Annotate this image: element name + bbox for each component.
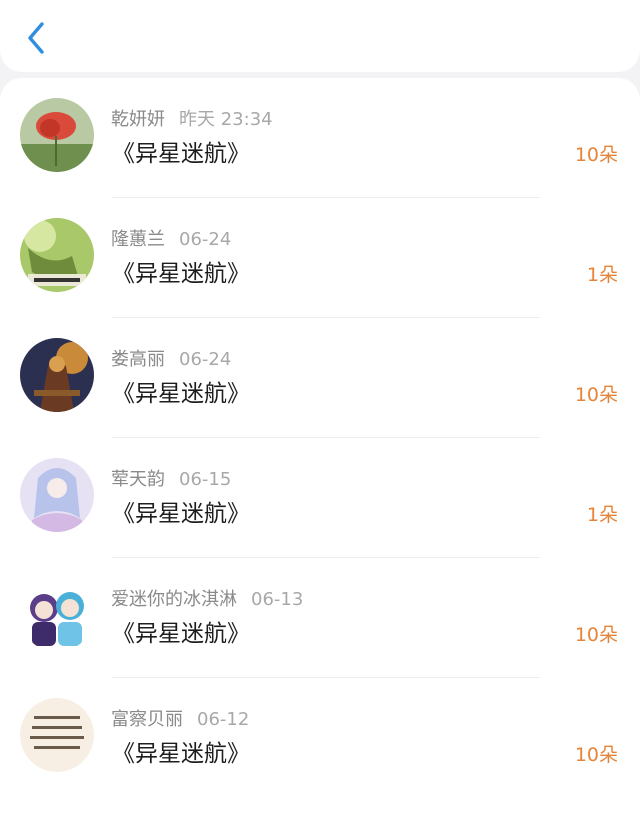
avatar[interactable] bbox=[20, 98, 94, 172]
gift-list: 乾妍妍 昨天 23:34 《异星迷航》 10朵 隆蕙兰 06-24 《异星迷航》 1… bbox=[0, 78, 640, 838]
gift-amount: 10朵 bbox=[574, 144, 618, 166]
list-item[interactable]: 富察贝丽 06-12 《异星迷航》 10朵 bbox=[0, 678, 640, 798]
book-title[interactable]: 《异星迷航》 bbox=[112, 374, 250, 408]
book-title[interactable]: 《异星迷航》 bbox=[112, 494, 250, 528]
user-name[interactable]: 富察贝丽 bbox=[111, 709, 183, 730]
book-title[interactable]: 《异星迷航》 bbox=[112, 134, 250, 168]
item-meta: 爱迷你的冰淇淋 06-13 bbox=[111, 585, 303, 611]
avatar[interactable] bbox=[20, 458, 94, 532]
chevron-left-icon bbox=[28, 22, 44, 54]
gift-amount: 10朵 bbox=[574, 384, 618, 406]
top-bar bbox=[0, 0, 640, 72]
item-meta: 富察贝丽 06-12 bbox=[111, 705, 249, 731]
item-meta: 荤天韵 06-15 bbox=[111, 465, 231, 491]
list-item[interactable]: 爱迷你的冰淇淋 06-13 《异星迷航》 10朵 bbox=[0, 558, 640, 678]
book-title[interactable]: 《异星迷航》 bbox=[112, 734, 250, 768]
avatar[interactable] bbox=[20, 218, 94, 292]
list-item[interactable]: 乾妍妍 昨天 23:34 《异星迷航》 10朵 bbox=[0, 78, 640, 198]
timestamp: 06-13 bbox=[251, 589, 304, 610]
gift-amount: 1朵 bbox=[586, 264, 618, 286]
timestamp: 06-24 bbox=[179, 229, 232, 250]
timestamp: 06-15 bbox=[179, 469, 232, 490]
gift-amount: 10朵 bbox=[574, 624, 618, 646]
list-item[interactable]: 隆蕙兰 06-24 《异星迷航》 1朵 bbox=[0, 198, 640, 318]
gift-amount: 10朵 bbox=[574, 744, 618, 766]
user-name[interactable]: 荤天韵 bbox=[111, 469, 165, 490]
back-button[interactable] bbox=[18, 18, 54, 58]
item-meta: 娄高丽 06-24 bbox=[111, 345, 231, 371]
user-name[interactable]: 娄高丽 bbox=[111, 349, 165, 370]
timestamp: 06-24 bbox=[179, 349, 232, 370]
timestamp: 06-12 bbox=[197, 709, 250, 730]
item-meta: 隆蕙兰 06-24 bbox=[111, 225, 231, 251]
user-name[interactable]: 爱迷你的冰淇淋 bbox=[111, 589, 237, 610]
list-item[interactable]: 荤天韵 06-15 《异星迷航》 1朵 bbox=[0, 438, 640, 558]
book-title[interactable]: 《异星迷航》 bbox=[112, 614, 250, 648]
book-title[interactable]: 《异星迷航》 bbox=[112, 254, 250, 288]
avatar[interactable] bbox=[20, 338, 94, 412]
gift-amount: 1朵 bbox=[586, 504, 618, 526]
user-name[interactable]: 乾妍妍 bbox=[111, 109, 165, 130]
item-meta: 乾妍妍 昨天 23:34 bbox=[111, 105, 273, 131]
avatar[interactable] bbox=[20, 578, 94, 652]
user-name[interactable]: 隆蕙兰 bbox=[111, 229, 165, 250]
list-item[interactable]: 娄高丽 06-24 《异星迷航》 10朵 bbox=[0, 318, 640, 438]
timestamp: 昨天 23:34 bbox=[179, 109, 273, 130]
avatar[interactable] bbox=[20, 698, 94, 772]
